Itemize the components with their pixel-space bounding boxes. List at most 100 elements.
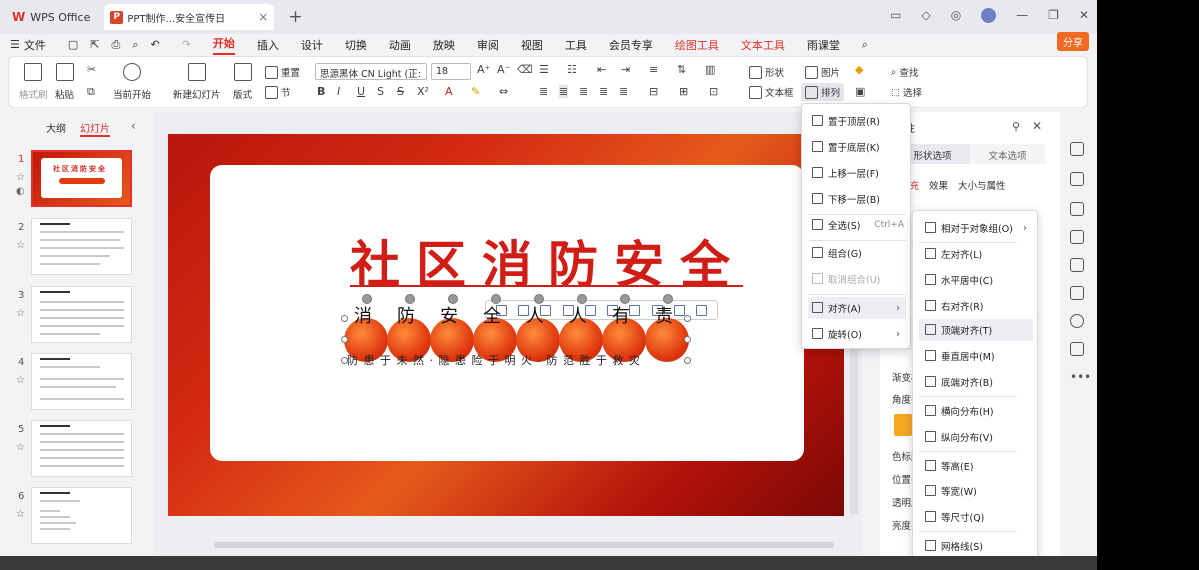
- help-icon[interactable]: [1070, 314, 1084, 328]
- menu-align-hcenter[interactable]: 水平居中(C): [919, 269, 1033, 291]
- current-slide[interactable]: 社区消防安全 消 防 安 全 人 人 有 责 防 患 于 未 然 · 隐 患 险…: [168, 134, 844, 516]
- subtab-effect[interactable]: 效果: [929, 178, 948, 192]
- menu-group[interactable]: 组合(G): [808, 242, 906, 264]
- search-icon[interactable]: ⌕: [862, 38, 868, 52]
- book-icon[interactable]: [1070, 286, 1084, 300]
- section-button[interactable]: 节: [265, 85, 291, 99]
- properties-icon[interactable]: [1070, 142, 1084, 156]
- menu-same-size[interactable]: 等尺寸(Q): [919, 506, 1033, 528]
- play-from-current-button[interactable]: 当前开始: [113, 63, 151, 101]
- menu-view[interactable]: 视图: [521, 37, 543, 53]
- vertical-align-icon[interactable]: ⊟: [649, 85, 658, 98]
- menu-file[interactable]: 文件: [24, 37, 46, 53]
- menu-align-top[interactable]: 顶端对齐(T): [919, 319, 1033, 341]
- rotate-handle[interactable]: [534, 294, 544, 304]
- font-size-select[interactable]: 18: [431, 63, 471, 80]
- menu-transition[interactable]: 切换: [345, 37, 367, 53]
- skin-icon[interactable]: ◎: [951, 8, 961, 23]
- menu-drawing-tools[interactable]: 绘图工具: [675, 37, 719, 53]
- superscript-icon[interactable]: X²: [417, 85, 429, 98]
- star-icon[interactable]: ☆: [16, 442, 25, 453]
- layout-icon[interactable]: ▭: [890, 8, 901, 23]
- menu-align-vcenter[interactable]: 垂直居中(M): [919, 345, 1033, 367]
- bold-icon[interactable]: B: [317, 85, 325, 98]
- menu-bring-to-front[interactable]: 置于顶层(R): [808, 110, 906, 132]
- bullets-icon[interactable]: ☰: [539, 63, 549, 76]
- menu-align-right[interactable]: 右对齐(R): [919, 295, 1033, 317]
- new-tab-icon[interactable]: +: [288, 7, 302, 27]
- menu-align[interactable]: 对齐(A) ›: [808, 297, 906, 319]
- cube-icon[interactable]: ◇: [921, 8, 930, 23]
- rotate-handle[interactable]: [362, 294, 372, 304]
- horizontal-scrollbar[interactable]: [214, 542, 834, 548]
- hamburger-icon[interactable]: ☰: [10, 38, 20, 51]
- menu-tools[interactable]: 工具: [565, 37, 587, 53]
- distribute-icon[interactable]: ≣: [619, 85, 628, 98]
- slide-thumbnail-1[interactable]: 1 ☆ ◐ 社区消防安全: [0, 150, 154, 210]
- resize-handle[interactable]: [684, 357, 691, 364]
- arrange-button[interactable]: 排列: [801, 83, 845, 101]
- text-direction-icon[interactable]: ⇅: [677, 63, 686, 76]
- shape-button[interactable]: 形状: [749, 65, 784, 79]
- paste-button[interactable]: 粘贴: [55, 63, 74, 101]
- close-panel-icon[interactable]: ✕: [1032, 119, 1042, 133]
- rotate-handle[interactable]: [405, 294, 415, 304]
- font-color-icon[interactable]: A: [445, 85, 453, 98]
- collapse-panel-icon[interactable]: ‹: [131, 119, 136, 133]
- justify-icon[interactable]: ≣: [599, 85, 608, 98]
- outline-color-icon[interactable]: ▣: [855, 85, 865, 98]
- export-icon[interactable]: ⇱: [90, 38, 99, 51]
- char-spacing-icon[interactable]: ⇔: [499, 85, 508, 98]
- close-tab-icon[interactable]: ×: [258, 10, 268, 24]
- avatar[interactable]: [981, 8, 997, 23]
- smartart-icon[interactable]: ⊞: [679, 85, 688, 98]
- italic-icon[interactable]: I: [337, 85, 340, 98]
- select-button[interactable]: ⬚ 选择: [891, 85, 922, 100]
- menu-gridlines[interactable]: 网格线(S): [919, 535, 1033, 557]
- rotate-handle[interactable]: [577, 294, 587, 304]
- line-spacing-icon[interactable]: ≡: [649, 63, 658, 76]
- menu-align-bottom[interactable]: 底端对齐(B): [919, 371, 1033, 393]
- menu-text-tools[interactable]: 文本工具: [741, 37, 785, 53]
- menu-home[interactable]: 开始: [212, 35, 235, 55]
- redo-icon[interactable]: ↷: [182, 38, 191, 51]
- tools-icon[interactable]: [1070, 258, 1084, 272]
- text-box-align-icon[interactable]: ⊡: [709, 85, 718, 98]
- copy-icon[interactable]: [1070, 202, 1084, 216]
- align-left-icon[interactable]: ≣: [539, 85, 548, 98]
- grow-font-icon[interactable]: A⁺: [477, 63, 490, 76]
- text-shadow-icon[interactable]: S: [377, 85, 384, 98]
- menu-rotate[interactable]: 旋转(O) ›: [808, 323, 906, 345]
- new-slide-button[interactable]: 新建幻灯片: [173, 63, 221, 101]
- columns-icon[interactable]: ▥: [705, 63, 715, 76]
- layout-button[interactable]: 版式: [233, 63, 252, 101]
- menu-insert[interactable]: 插入: [257, 37, 279, 53]
- menu-bring-forward[interactable]: 上移一层(F): [808, 162, 906, 184]
- font-name-select[interactable]: 思源黑体 CN Light (正:: [315, 63, 427, 80]
- star-icon[interactable]: ☆: [16, 240, 25, 251]
- wps-home-tab[interactable]: W WPS Office: [4, 4, 98, 30]
- rotate-handle[interactable]: [620, 294, 630, 304]
- slide-thumbnail-4[interactable]: 4 ☆: [0, 353, 154, 413]
- menu-review[interactable]: 审阅: [477, 37, 499, 53]
- menu-same-height[interactable]: 等高(E): [919, 455, 1033, 477]
- rotate-handle[interactable]: [491, 294, 501, 304]
- align-bottom-icon[interactable]: [629, 304, 641, 316]
- slide-thumbnail-6[interactable]: 6 ☆: [0, 487, 154, 547]
- undo-icon[interactable]: ↶: [150, 38, 159, 51]
- tab-outline[interactable]: 大纲: [46, 120, 66, 137]
- slide-thumbnail-3[interactable]: 3 ☆: [0, 286, 154, 346]
- align-right-icon[interactable]: ≣: [579, 85, 588, 98]
- rotate-handle[interactable]: [663, 294, 673, 304]
- save-icon[interactable]: ▢: [68, 38, 78, 51]
- clear-format-icon[interactable]: ⌫: [517, 63, 533, 76]
- menu-ungroup[interactable]: 取消组合(U): [808, 268, 906, 290]
- format-painter-button[interactable]: 格式刷: [19, 63, 48, 101]
- shrink-font-icon[interactable]: A⁻: [497, 63, 510, 76]
- minimize-icon[interactable]: —: [1016, 8, 1028, 23]
- picture-button[interactable]: 图片: [805, 65, 840, 79]
- menu-send-backward[interactable]: 下移一层(B): [808, 188, 906, 210]
- more-icon[interactable]: •••: [1070, 370, 1091, 384]
- reset-button[interactable]: 重置: [265, 65, 300, 79]
- menu-relative-to-group[interactable]: 相对于对象组(O) ›: [919, 217, 1033, 239]
